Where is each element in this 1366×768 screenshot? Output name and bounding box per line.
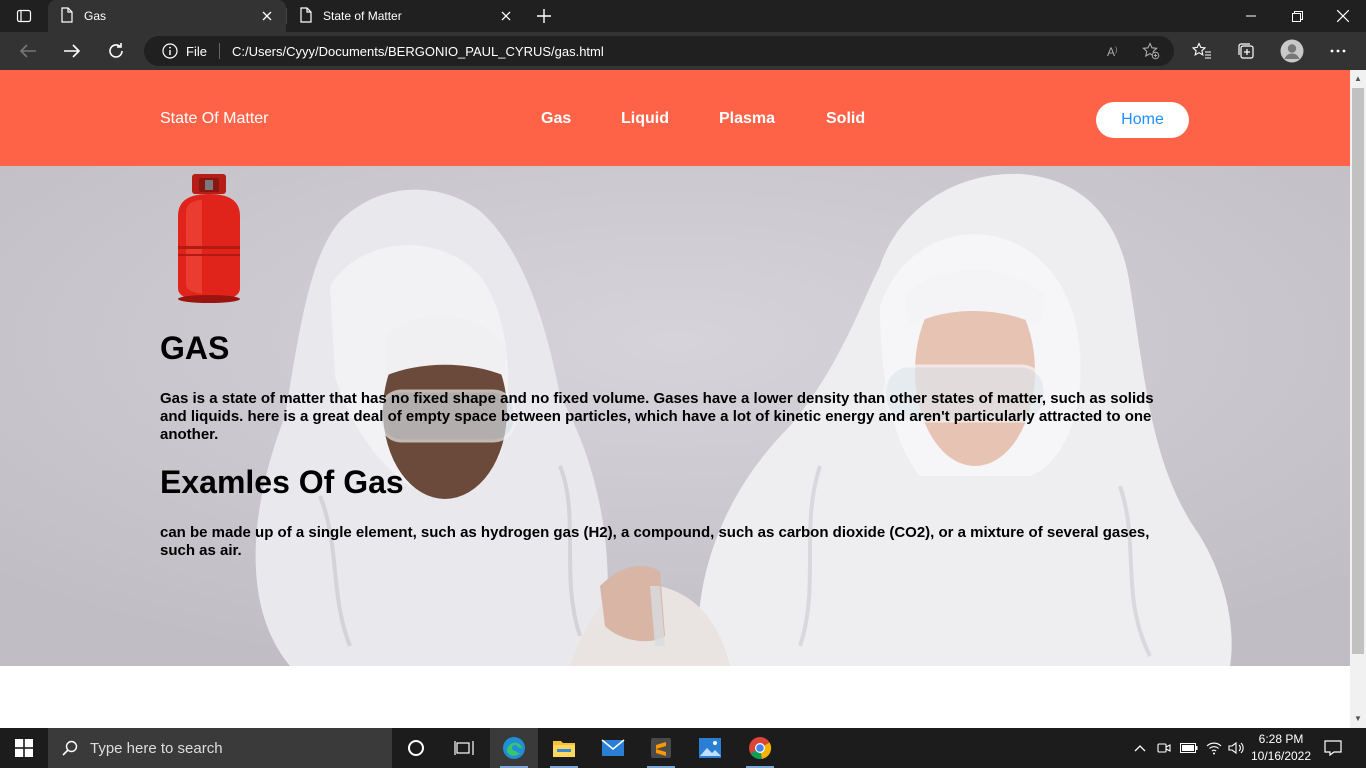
read-aloud-icon[interactable]: A) — [1104, 40, 1126, 62]
battery-icon[interactable] — [1178, 728, 1200, 768]
nav-link-liquid[interactable]: Liquid — [621, 110, 669, 128]
tab-actions-icon[interactable] — [0, 0, 48, 32]
clock-time: 6:28 PM — [1258, 732, 1304, 746]
gas-cylinder-image — [178, 174, 240, 303]
nav-link-plasma[interactable]: Plasma — [719, 110, 775, 128]
svg-text:): ) — [1115, 47, 1117, 54]
hero-section: GAS Gas is a state of matter that has no… — [0, 166, 1350, 666]
close-window-icon[interactable] — [1320, 0, 1366, 32]
taskbar-search-input[interactable]: Type here to search — [48, 728, 392, 768]
tab-gas[interactable]: Gas — [48, 0, 286, 32]
tab-title: State of Matter — [323, 9, 402, 23]
more-menu-icon[interactable] — [1323, 36, 1353, 66]
scrollbar-thumb[interactable] — [1352, 88, 1364, 654]
nav-link-solid[interactable]: Solid — [826, 110, 865, 128]
restore-icon[interactable] — [1274, 0, 1320, 32]
sublime-text-icon[interactable] — [637, 728, 685, 768]
mail-icon[interactable] — [589, 728, 637, 768]
refresh-icon[interactable] — [101, 36, 131, 66]
search-placeholder: Type here to search — [90, 739, 223, 757]
edge-icon[interactable] — [490, 728, 538, 768]
close-icon[interactable] — [495, 5, 517, 27]
meet-now-icon[interactable] — [1154, 728, 1174, 768]
tab-state-of-matter[interactable]: State of Matter — [287, 0, 525, 32]
new-tab-button[interactable] — [530, 3, 558, 29]
cortana-icon[interactable] — [392, 728, 440, 768]
favorites-icon[interactable] — [1187, 36, 1217, 66]
site-brand[interactable]: State Of Matter — [160, 110, 268, 128]
browser-tab-strip: Gas State of Matter — [0, 0, 1366, 32]
minimize-icon[interactable] — [1228, 0, 1274, 32]
file-explorer-icon[interactable] — [540, 728, 588, 768]
back-arrow-icon[interactable] — [13, 36, 43, 66]
photos-icon[interactable] — [686, 728, 734, 768]
system-clock[interactable]: 6:28 PM 10/16/2022 — [1246, 731, 1316, 765]
address-bar[interactable]: File C:/Users/Cyyy/Documents/BERGONIO_PA… — [144, 36, 1174, 66]
home-button[interactable]: Home — [1096, 102, 1189, 138]
examples-description: can be made up of a single element, such… — [160, 524, 1150, 559]
wifi-icon[interactable] — [1204, 728, 1224, 768]
svg-text:A: A — [1107, 45, 1115, 58]
page-scrollbar[interactable]: ▲ ▼ — [1350, 70, 1366, 728]
search-icon — [62, 740, 78, 756]
task-view-icon[interactable] — [440, 728, 488, 768]
page-viewport: State Of Matter Gas Liquid Plasma Solid … — [0, 70, 1350, 728]
page-icon — [299, 6, 313, 26]
clock-date: 10/16/2022 — [1250, 749, 1312, 763]
scroll-up-icon[interactable]: ▲ — [1353, 74, 1363, 84]
nav-link-gas[interactable]: Gas — [541, 110, 571, 128]
scheme-label: File — [186, 43, 207, 59]
tray-chevron-icon[interactable] — [1130, 728, 1150, 768]
close-icon[interactable] — [256, 5, 278, 27]
chrome-icon[interactable] — [736, 728, 784, 768]
collections-icon[interactable] — [1231, 36, 1261, 66]
info-icon[interactable] — [162, 43, 178, 59]
examples-heading: Examles Of Gas — [160, 464, 404, 500]
profile-avatar-icon[interactable] — [1277, 36, 1307, 66]
address-separator — [218, 43, 220, 59]
windows-start-icon[interactable] — [0, 728, 48, 768]
browser-toolbar: File C:/Users/Cyyy/Documents/BERGONIO_PA… — [0, 32, 1366, 70]
scroll-down-icon[interactable]: ▼ — [1353, 714, 1363, 724]
windows-taskbar: Type here to search 6:28 PM 10/16/2022 — [0, 728, 1366, 768]
notifications-icon[interactable] — [1318, 728, 1348, 768]
volume-icon[interactable] — [1226, 728, 1246, 768]
forward-arrow-icon[interactable] — [57, 36, 87, 66]
page-icon — [60, 6, 74, 26]
site-navbar: State Of Matter Gas Liquid Plasma Solid … — [0, 70, 1350, 166]
url-text[interactable]: C:/Users/Cyyy/Documents/BERGONIO_PAUL_CY… — [232, 44, 604, 59]
add-favorite-icon[interactable] — [1140, 40, 1162, 62]
page-title: GAS — [160, 330, 230, 366]
gas-description: Gas is a state of matter that has no fix… — [160, 390, 1154, 443]
tab-title: Gas — [84, 9, 107, 23]
